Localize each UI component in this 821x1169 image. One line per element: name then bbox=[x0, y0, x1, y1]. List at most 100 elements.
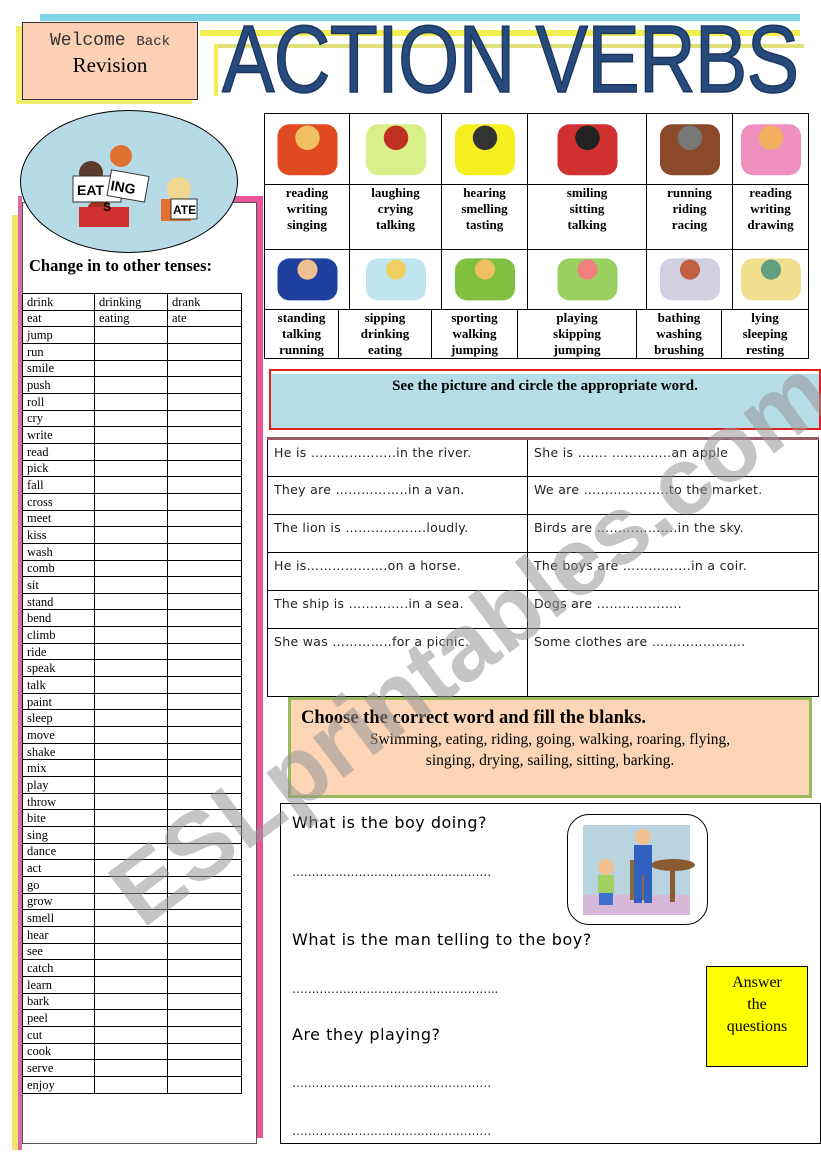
ing-form-cell[interactable] bbox=[94, 925, 168, 944]
ing-form-cell[interactable] bbox=[94, 859, 168, 877]
ing-form-cell[interactable] bbox=[94, 376, 168, 394]
verb-option[interactable]: writing bbox=[733, 201, 808, 217]
ing-form-cell[interactable] bbox=[94, 875, 168, 894]
ing-form-cell[interactable] bbox=[94, 1042, 168, 1061]
past-form-cell[interactable] bbox=[167, 376, 242, 394]
sentence-cell[interactable]: She is ……. …………..an apple bbox=[527, 438, 819, 477]
ing-form-cell[interactable] bbox=[94, 559, 168, 578]
past-form-cell[interactable] bbox=[167, 442, 242, 461]
verb-option[interactable]: walking bbox=[432, 326, 517, 342]
ing-form-cell[interactable] bbox=[94, 392, 168, 411]
past-form-cell[interactable] bbox=[167, 759, 242, 778]
ing-form-cell[interactable]: eating bbox=[94, 309, 168, 328]
sentence-cell[interactable]: The lion is ……………….loudly. bbox=[267, 514, 528, 553]
verb-option[interactable]: skipping bbox=[518, 326, 636, 342]
ing-form-cell[interactable] bbox=[94, 442, 168, 461]
ing-form-cell[interactable] bbox=[94, 992, 168, 1011]
ing-form-cell[interactable] bbox=[94, 1059, 168, 1077]
past-form-cell[interactable] bbox=[167, 975, 242, 994]
sentence-cell[interactable]: The ship is …………..in a sea. bbox=[267, 590, 528, 629]
past-form-cell[interactable] bbox=[167, 326, 242, 344]
past-form-cell[interactable] bbox=[167, 792, 242, 811]
past-form-cell[interactable] bbox=[167, 892, 242, 911]
verb-option[interactable]: running bbox=[647, 185, 732, 201]
past-form-cell[interactable] bbox=[167, 559, 242, 578]
sentence-cell[interactable]: Some clothes are …………………. bbox=[527, 628, 819, 697]
verb-option[interactable]: sleeping bbox=[722, 326, 808, 342]
past-form-cell[interactable] bbox=[167, 576, 242, 594]
ing-form-cell[interactable] bbox=[94, 842, 168, 861]
past-form-cell[interactable] bbox=[167, 426, 242, 444]
ing-form-cell[interactable] bbox=[94, 692, 168, 711]
ing-form-cell[interactable] bbox=[94, 509, 168, 528]
past-form-cell[interactable] bbox=[167, 826, 242, 844]
ing-form-cell[interactable] bbox=[94, 642, 168, 661]
ing-form-cell[interactable] bbox=[94, 626, 168, 644]
verb-option[interactable]: laughing bbox=[350, 185, 441, 201]
past-form-cell[interactable] bbox=[167, 659, 242, 678]
sentence-cell[interactable]: She was …………..for a picnic. bbox=[267, 628, 528, 697]
past-form-cell[interactable]: ate bbox=[167, 309, 242, 328]
past-form-cell[interactable] bbox=[167, 626, 242, 644]
verb-option[interactable]: standing bbox=[265, 310, 338, 326]
past-form-cell[interactable] bbox=[167, 509, 242, 528]
past-form-cell[interactable] bbox=[167, 842, 242, 861]
verb-option[interactable]: sipping bbox=[339, 310, 431, 326]
ing-form-cell[interactable] bbox=[94, 359, 168, 378]
verb-option[interactable]: jumping bbox=[518, 342, 636, 358]
ing-form-cell[interactable] bbox=[94, 742, 168, 761]
verb-option[interactable]: tasting bbox=[442, 217, 527, 233]
past-form-cell[interactable] bbox=[167, 925, 242, 944]
past-form-cell[interactable] bbox=[167, 459, 242, 478]
ing-form-cell[interactable] bbox=[94, 759, 168, 778]
verb-option[interactable]: resting bbox=[722, 342, 808, 358]
ing-form-cell[interactable] bbox=[94, 726, 168, 744]
sentence-cell[interactable]: We are ………………..to the market. bbox=[527, 476, 819, 515]
verb-option[interactable]: hearing bbox=[442, 185, 527, 201]
past-form-cell[interactable] bbox=[167, 1009, 242, 1027]
past-form-cell[interactable] bbox=[167, 909, 242, 927]
verb-option[interactable]: writing bbox=[265, 201, 349, 217]
verb-option[interactable]: riding bbox=[647, 201, 732, 217]
verb-option[interactable]: washing bbox=[637, 326, 721, 342]
ing-form-cell[interactable] bbox=[94, 959, 168, 977]
verb-option[interactable]: brushing bbox=[637, 342, 721, 358]
past-form-cell[interactable] bbox=[167, 776, 242, 794]
past-form-cell[interactable] bbox=[167, 992, 242, 1011]
sentence-cell[interactable]: Birds are ……………....in the sky. bbox=[527, 514, 819, 553]
verb-option[interactable]: talking bbox=[350, 217, 441, 233]
ing-form-cell[interactable] bbox=[94, 892, 168, 911]
past-form-cell[interactable] bbox=[167, 542, 242, 561]
ing-form-cell[interactable] bbox=[94, 776, 168, 794]
past-form-cell[interactable] bbox=[167, 609, 242, 628]
past-form-cell[interactable] bbox=[167, 809, 242, 827]
past-form-cell[interactable] bbox=[167, 859, 242, 877]
past-form-cell[interactable] bbox=[167, 1059, 242, 1077]
past-form-cell[interactable] bbox=[167, 392, 242, 411]
past-form-cell[interactable] bbox=[167, 1075, 242, 1094]
past-form-cell[interactable] bbox=[167, 476, 242, 494]
ing-form-cell[interactable] bbox=[94, 1025, 168, 1044]
ing-form-cell[interactable] bbox=[94, 659, 168, 678]
ing-form-cell[interactable] bbox=[94, 792, 168, 811]
verb-option[interactable]: eating bbox=[339, 342, 431, 358]
sentence-cell[interactable]: He is……………….on a horse. bbox=[267, 552, 528, 591]
ing-form-cell[interactable] bbox=[94, 709, 168, 728]
verb-option[interactable]: smelling bbox=[442, 201, 527, 217]
ing-form-cell[interactable] bbox=[94, 676, 168, 694]
verb-option[interactable]: sitting bbox=[528, 201, 646, 217]
verb-option[interactable]: drinking bbox=[339, 326, 431, 342]
ing-form-cell[interactable] bbox=[94, 576, 168, 594]
ing-form-cell[interactable] bbox=[94, 409, 168, 428]
past-form-cell[interactable] bbox=[167, 642, 242, 661]
ing-form-cell[interactable] bbox=[94, 342, 168, 361]
ing-form-cell[interactable] bbox=[94, 942, 168, 961]
ing-form-cell[interactable] bbox=[94, 1009, 168, 1027]
verb-option[interactable]: sporting bbox=[432, 310, 517, 326]
verb-option[interactable]: crying bbox=[350, 201, 441, 217]
past-form-cell[interactable] bbox=[167, 409, 242, 428]
past-form-cell[interactable]: drank bbox=[167, 293, 242, 311]
verb-option[interactable]: racing bbox=[647, 217, 732, 233]
sentence-cell[interactable]: They are ……………..in a van. bbox=[267, 476, 528, 515]
verb-option[interactable]: jumping bbox=[432, 342, 517, 358]
